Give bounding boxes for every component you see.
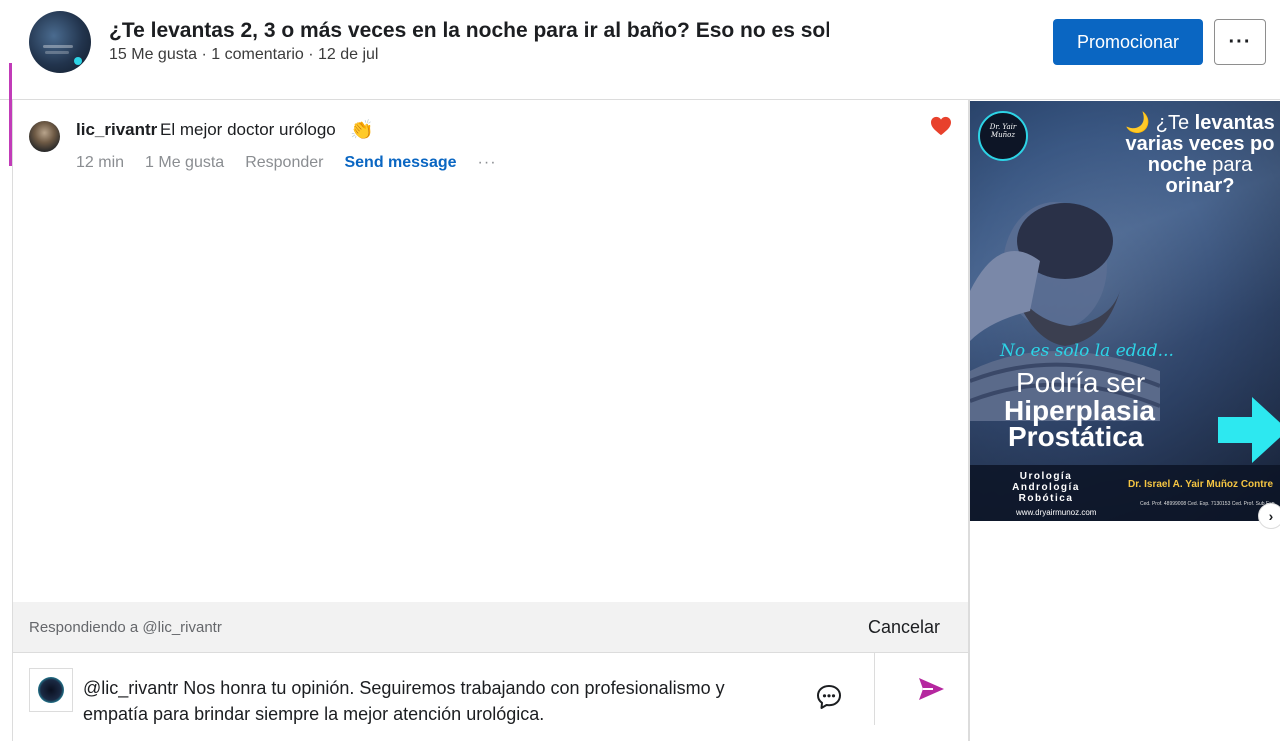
headline-varias: varias veces po — [1125, 133, 1275, 155]
reply-button[interactable]: Responder — [245, 154, 323, 172]
composer-avatar — [29, 668, 73, 712]
chat-bubble-icon[interactable] — [815, 683, 843, 711]
ad-doctor-name: Dr. Israel A. Yair Muñoz Contre — [1128, 479, 1274, 490]
composer-divider — [874, 652, 875, 725]
post-header: ¿Te levantas 2, 3 o más veces en la noch… — [0, 0, 1280, 100]
replying-to-label: Respondiendo a @lic_rivantr — [29, 619, 222, 636]
comment-actions: 12 min 1 Me gusta Responder Send message… — [76, 154, 518, 172]
more-options-button[interactable]: ··· — [1214, 19, 1266, 65]
ad-script-text: No es solo la edad... — [1000, 341, 1174, 361]
arrow-right-icon — [1218, 397, 1280, 463]
ad-headline: 🌙 ¿Te levantas varias veces po noche par… — [1110, 113, 1280, 197]
ad-prostatica: Prostática — [1008, 421, 1144, 452]
ad-website: www.dryairmunoz.com — [1016, 508, 1097, 517]
post-meta: 15 Me gusta · 1 comentario · 12 de jul — [109, 46, 379, 63]
comments-pane — [13, 101, 968, 601]
send-icon[interactable] — [916, 674, 946, 704]
post-image[interactable]: Dr. Yair Muñoz 🌙 ¿Te levantas varias vec… — [970, 101, 1280, 521]
moon-icon: 🌙 — [1125, 112, 1151, 134]
reply-input[interactable]: @lic_rivantr Nos honra tu opinión. Segui… — [83, 675, 783, 727]
headline-te: ¿Te — [1155, 112, 1190, 134]
headline-para: para — [1212, 154, 1253, 176]
cancel-button[interactable]: Cancelar — [868, 617, 940, 638]
comment-more-button[interactable]: ··· — [478, 154, 497, 172]
headline-noche: noche — [1147, 154, 1207, 176]
comment-text: El mejor doctor urólogo — [160, 120, 336, 139]
send-message-link[interactable]: Send message — [344, 154, 456, 172]
comment-author[interactable]: lic_rivantr — [76, 120, 157, 140]
ad-specialties: Urología Andrología Robótica — [1012, 471, 1080, 504]
headline-levantas: levantas — [1194, 112, 1275, 134]
brand-logo-text: Dr. Yair Muñoz — [989, 123, 1017, 139]
chevron-right-icon[interactable]: › — [1258, 503, 1280, 529]
comment-avatar[interactable] — [29, 121, 60, 152]
post-thumbnail[interactable] — [29, 11, 91, 73]
comment-likes[interactable]: 1 Me gusta — [145, 154, 224, 172]
comment-time: 12 min — [76, 154, 125, 171]
promote-button[interactable]: Promocionar — [1053, 19, 1203, 65]
ad-credentials: Ced. Prof. 48999008 Ced. Esp. 7130153 Ce… — [1140, 501, 1276, 507]
headline-orinar: orinar? — [1165, 175, 1235, 197]
heart-icon[interactable] — [930, 116, 952, 142]
post-title[interactable]: ¿Te levantas 2, 3 o más veces en la noch… — [109, 19, 829, 43]
clap-icon: 👏 — [350, 120, 374, 141]
